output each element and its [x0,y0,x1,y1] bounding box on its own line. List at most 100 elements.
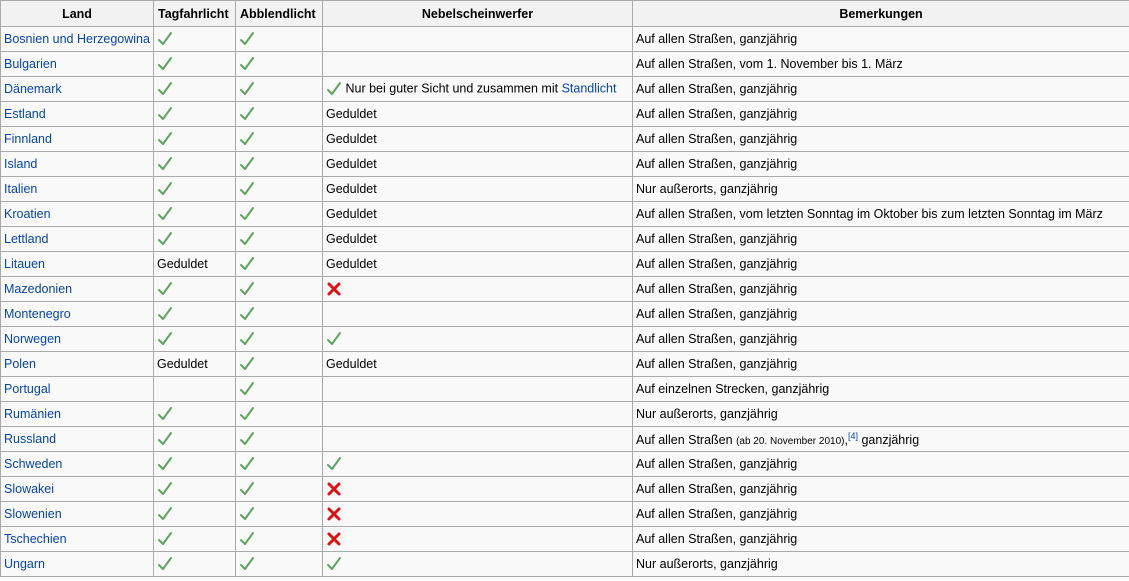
header-land[interactable]: Land [0,0,154,27]
header-abblendlicht[interactable]: Abblendlicht [235,0,323,27]
check-icon [239,431,255,447]
remark-text: Auf allen Straßen, ganzjährig [636,232,798,246]
country-link[interactable]: Bosnien und Herzegowina [4,32,150,46]
check-icon [239,106,255,122]
cell-bemerkungen: Auf allen Straßen, ganzjährig [632,276,1129,302]
cell-abblendlicht [235,426,323,452]
cell-text: Geduldet [326,107,377,121]
check-icon [157,131,173,147]
cell-nebelscheinwerfer [322,326,633,352]
cell-nebelscheinwerfer: Geduldet [322,201,633,227]
cell-nebelscheinwerfer [322,426,633,452]
check-icon [239,356,255,372]
country-link[interactable]: Litauen [4,257,45,271]
country-link[interactable]: Rumänien [4,407,61,421]
cell-bemerkungen: Auf allen Straßen (ab 20. November 2010)… [632,426,1129,452]
country-link[interactable]: Montenegro [4,307,71,321]
check-icon [239,406,255,422]
cell-nebelscheinwerfer [322,26,633,52]
check-icon [239,481,255,497]
header-bemerkungen[interactable]: Bemerkungen [632,0,1129,27]
check-icon [326,556,342,572]
cell-nebelscheinwerfer: Geduldet [322,151,633,177]
nebel-note-text: Nur bei guter Sicht und zusammen mit [345,81,559,96]
check-icon [239,556,255,572]
cell-tagfahrlicht [153,526,236,552]
country-link[interactable]: Bulgarien [4,57,57,71]
table-row: Slowakei Auf allen Straßen, ganzjährig [0,476,1129,502]
cell-abblendlicht [235,226,323,252]
cell-land: Estland [0,101,154,127]
check-icon [157,156,173,172]
header-nebelscheinwerfer[interactable]: Nebelscheinwerfer [322,0,633,27]
table-row: Rumänien Nur außerorts, ganzjährig [0,401,1129,427]
check-icon [239,31,255,47]
country-link[interactable]: Ungarn [4,557,45,571]
cell-abblendlicht [235,26,323,52]
table-row: Schweden Auf allen Straßen, ganzjährig [0,451,1129,477]
country-link[interactable]: Estland [4,107,46,121]
country-link[interactable]: Norwegen [4,332,61,346]
cell-abblendlicht [235,401,323,427]
reference-link[interactable]: [4] [848,431,858,441]
cell-abblendlicht [235,276,323,302]
cell-nebelscheinwerfer [322,551,633,577]
country-link[interactable]: Mazedonien [4,282,72,296]
cell-bemerkungen: Auf allen Straßen, ganzjährig [632,151,1129,177]
country-link[interactable]: Finnland [4,132,52,146]
check-icon [157,181,173,197]
cell-text: Geduldet [157,357,208,371]
country-link[interactable]: Tschechien [4,532,67,546]
country-link[interactable]: Kroatien [4,207,51,221]
cell-abblendlicht [235,176,323,202]
cell-land: Russland [0,426,154,452]
table-row: Island Geduldet Auf allen Straßen, ganzjäh… [0,151,1129,177]
country-link[interactable]: Portugal [4,382,51,396]
cross-icon [326,531,342,547]
country-link[interactable]: Island [4,157,37,171]
check-icon [157,556,173,572]
cell-nebelscheinwerfer [322,376,633,402]
cell-tagfahrlicht [153,51,236,77]
country-link[interactable]: Slowakei [4,482,54,496]
standlicht-link[interactable]: Standlicht [562,81,617,95]
check-icon [239,531,255,547]
country-link[interactable]: Polen [4,357,36,371]
country-link[interactable]: Slowenien [4,507,62,521]
cell-nebelscheinwerfer: Geduldet [322,226,633,252]
cell-tagfahrlicht [153,201,236,227]
country-link[interactable]: Schweden [4,457,62,471]
table-row: Finnland Geduldet Auf allen Straßen, ganzj… [0,126,1129,152]
cell-text: Geduldet [326,257,377,271]
remark-text: Auf allen Straßen, vom 1. November bis 1… [636,57,903,71]
check-icon [239,381,255,397]
table-row: Tschechien Auf allen Straßen, ganzjährig [0,526,1129,552]
table-row: Ungarn Nur außerorts, ganzjährig [0,551,1129,577]
note-prefix: Auf allen Straßen [636,433,733,448]
cell-abblendlicht [235,101,323,127]
country-link[interactable]: Russland [4,432,56,446]
cell-bemerkungen: Auf allen Straßen, vom letzten Sonntag i… [632,201,1129,227]
remark-text: Auf allen Straßen, ganzjährig [636,457,798,471]
cell-bemerkungen: Auf allen Straßen, ganzjährig [632,451,1129,477]
check-icon [157,331,173,347]
cell-tagfahrlicht: Geduldet [153,251,236,277]
remark-text: Auf allen Straßen, vom letzten Sonntag i… [636,207,1103,221]
header-tagfahrlicht[interactable]: Tagfahrlicht [153,0,236,27]
check-icon [157,531,173,547]
country-link[interactable]: Italien [4,182,37,196]
check-icon [157,306,173,322]
cell-bemerkungen: Auf allen Straßen, ganzjährig [632,76,1129,102]
table-row: Lettland Geduldet Auf allen Straßen, ganzj… [0,226,1129,252]
cross-icon [326,281,342,297]
table-row: Norwegen Auf allen Straßen, ganzjährig [0,326,1129,352]
cell-nebelscheinwerfer: Geduldet [322,101,633,127]
country-link[interactable]: Dänemark [4,82,62,96]
cell-land: Slowakei [0,476,154,502]
table-body: Bosnien und Herzegowina Auf allen Straßen… [0,26,1129,577]
remark-text: Auf allen Straßen, ganzjährig [636,357,798,371]
cell-tagfahrlicht [153,226,236,252]
cell-tagfahrlicht: Geduldet [153,351,236,377]
cell-land: Montenegro [0,301,154,327]
country-link[interactable]: Lettland [4,232,48,246]
